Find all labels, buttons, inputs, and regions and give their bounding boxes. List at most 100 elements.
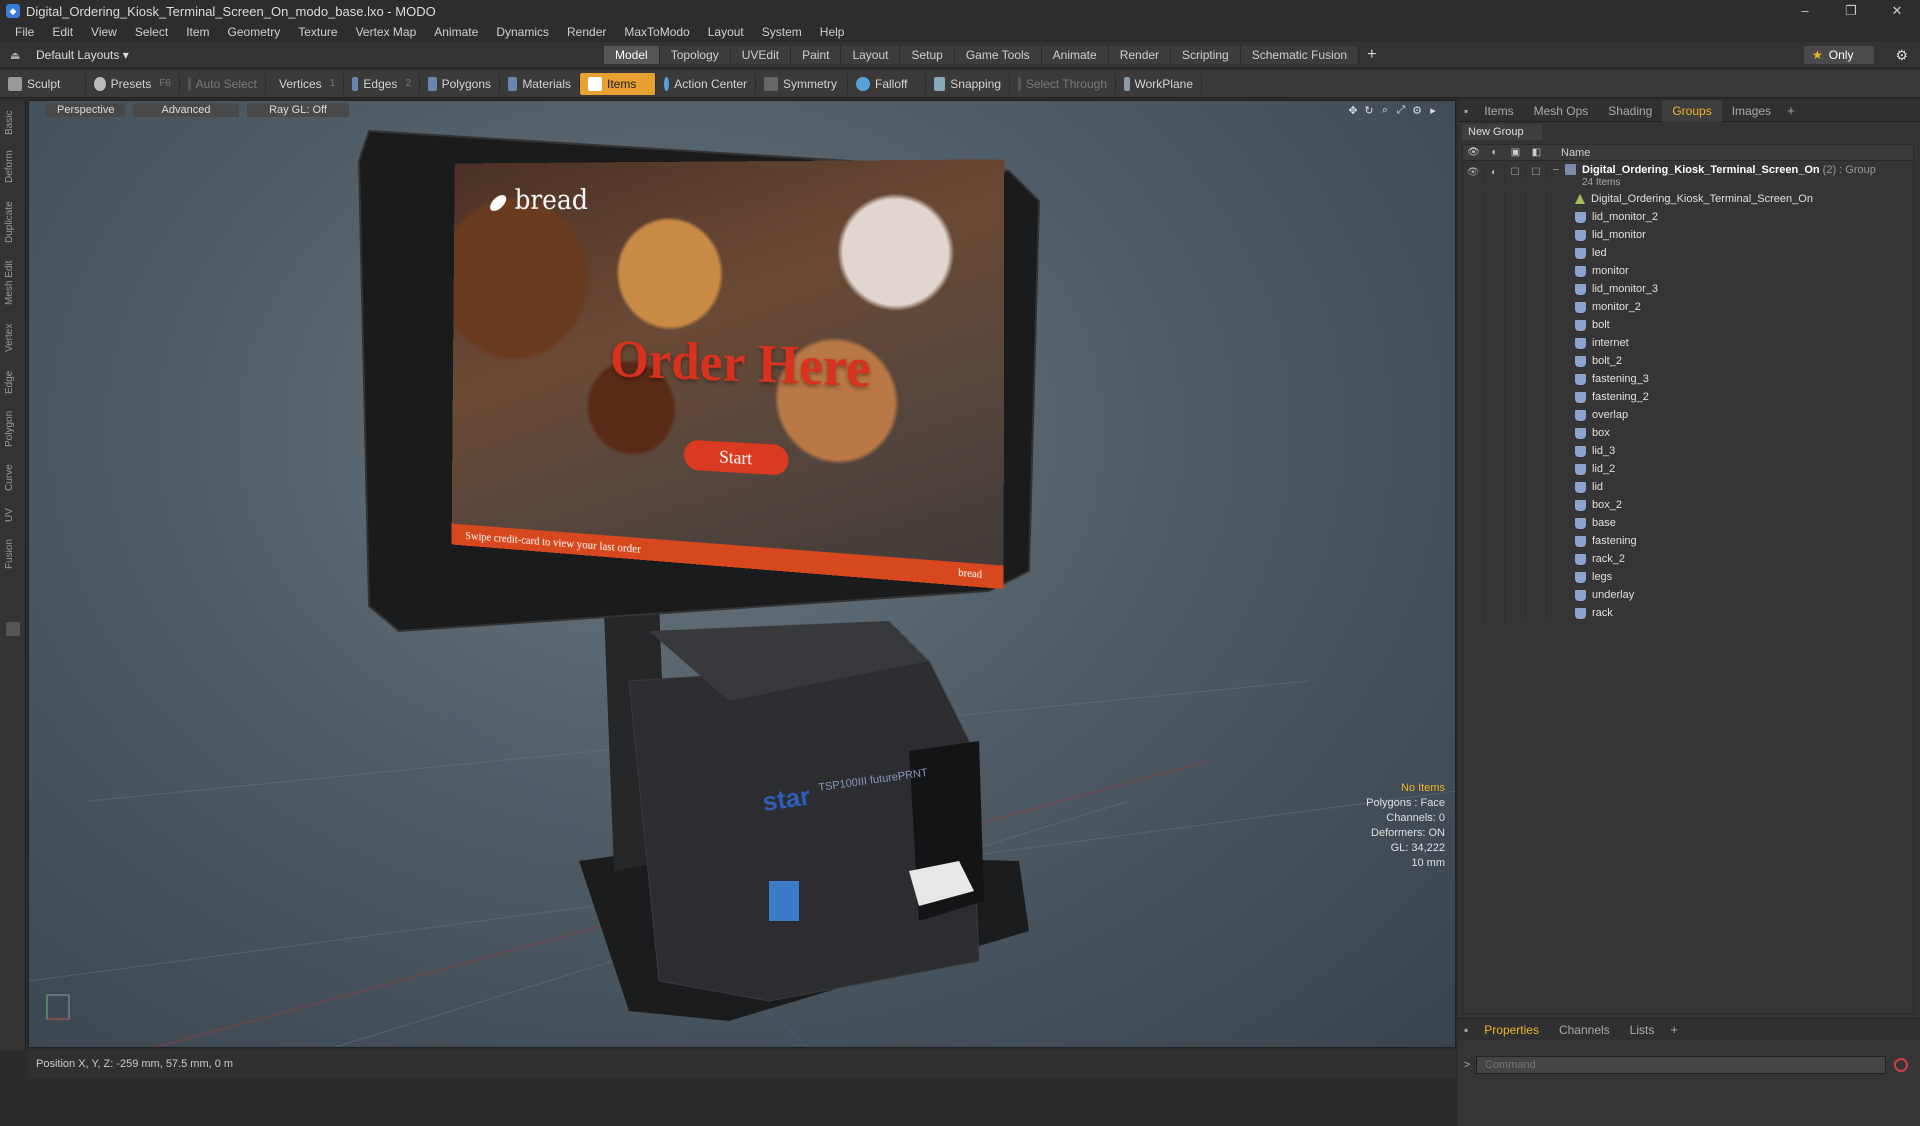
strip-duplicate[interactable]: Duplicate [4, 196, 22, 248]
falloff-button[interactable]: Falloff [848, 72, 926, 95]
row-toggle-cell[interactable] [1505, 280, 1526, 298]
row-toggle-cell[interactable] [1463, 532, 1484, 550]
visibility-toggle-icon[interactable]: 👁 [1463, 164, 1484, 182]
group-item-row[interactable]: overlap [1463, 406, 1913, 424]
row-toggle-cell[interactable] [1484, 244, 1505, 262]
row-toggle-cell[interactable] [1505, 406, 1526, 424]
group-item-row[interactable]: monitor [1463, 262, 1913, 280]
row-toggle-cell[interactable] [1505, 514, 1526, 532]
group-item-row[interactable]: led [1463, 244, 1913, 262]
row-toggle-cell[interactable] [1526, 496, 1547, 514]
menu-render[interactable]: Render [558, 22, 615, 42]
materials-button[interactable]: Materials [500, 72, 580, 95]
row-toggle-cell[interactable] [1526, 262, 1547, 280]
advanced-dropdown[interactable]: Advanced [133, 103, 239, 117]
tab-schematic-fusion[interactable]: Schematic Fusion [1240, 46, 1360, 64]
row-toggle-cell[interactable] [1526, 568, 1547, 586]
group-item-row[interactable]: bolt_2 [1463, 352, 1913, 370]
group-item-row[interactable]: rack_2 [1463, 550, 1913, 568]
add-panel-tab-icon[interactable]: + [1781, 103, 1801, 118]
viewport-gear-icon[interactable]: ⚙ [1409, 104, 1425, 118]
tab-render[interactable]: Render [1108, 46, 1172, 64]
strip-curve[interactable]: Curve [4, 460, 22, 496]
strip-uv[interactable]: UV [4, 504, 22, 526]
tab-setup[interactable]: Setup [900, 46, 955, 64]
perspective-dropdown[interactable]: Perspective [45, 103, 125, 117]
group-item-row[interactable]: bolt [1463, 316, 1913, 334]
row-toggle-cell[interactable] [1463, 568, 1484, 586]
row-toggle-cell[interactable] [1505, 388, 1526, 406]
strip-fusion[interactable]: Fusion [4, 534, 22, 574]
action-center-button[interactable]: Action Center [656, 72, 756, 95]
row-toggle-cell[interactable] [1526, 586, 1547, 604]
row-toggle-cell[interactable] [1463, 442, 1484, 460]
menu-texture[interactable]: Texture [289, 22, 346, 42]
tab-animate[interactable]: Animate [1041, 46, 1109, 64]
layouts-dropdown[interactable]: ⏏ Default Layouts ▾ [0, 48, 600, 62]
minimize-button[interactable]: – [1782, 0, 1828, 22]
row-toggle-cell[interactable] [1463, 514, 1484, 532]
row-toggle-cell[interactable] [1505, 316, 1526, 334]
row-toggle-cell[interactable] [1484, 532, 1505, 550]
row-toggle-cell[interactable] [1526, 316, 1547, 334]
group-item-row[interactable]: fastening_2 [1463, 388, 1913, 406]
row-toggle-cell[interactable] [1526, 514, 1547, 532]
row-toggle-cell[interactable] [1463, 244, 1484, 262]
row-toggle-cell[interactable] [1463, 424, 1484, 442]
row-toggle-cell[interactable] [1505, 262, 1526, 280]
vertices-button[interactable]: Vertices 1 [266, 72, 344, 95]
row-toggle-cell[interactable] [1463, 298, 1484, 316]
row-toggle-cell[interactable] [1505, 190, 1526, 208]
command-input[interactable] [1476, 1056, 1886, 1074]
group-item-row[interactable]: lid_monitor [1463, 226, 1913, 244]
row-toggle-cell[interactable] [1484, 280, 1505, 298]
tab-uvedit[interactable]: UVEdit [730, 46, 792, 64]
row-toggle-cell[interactable] [1463, 262, 1484, 280]
polygons-button[interactable]: Polygons [420, 72, 500, 95]
row-toggle-cell[interactable] [1463, 226, 1484, 244]
new-group-button[interactable]: New Group [1462, 124, 1542, 140]
strip-deform[interactable]: Deform [4, 146, 22, 188]
row-toggle-cell[interactable] [1463, 208, 1484, 226]
row-toggle-cell[interactable] [1463, 460, 1484, 478]
row-toggle-cell[interactable] [1526, 190, 1547, 208]
pan-icon[interactable]: ✥ [1345, 104, 1361, 118]
snapping-button[interactable]: Snapping [926, 72, 1010, 95]
add-bottom-tab-icon[interactable]: + [1664, 1022, 1684, 1037]
render-col-icon[interactable]: ◐ [1484, 147, 1505, 158]
row-toggle-cell[interactable] [1505, 442, 1526, 460]
group-item-row[interactable]: lid_2 [1463, 460, 1913, 478]
rotate-icon[interactable]: ↻ [1361, 104, 1377, 118]
layout-up-icon[interactable]: ⏏ [10, 49, 22, 62]
row-toggle-cell[interactable] [1526, 370, 1547, 388]
row-toggle-cell[interactable] [1526, 406, 1547, 424]
row-toggle-cell[interactable] [1505, 370, 1526, 388]
maximize-button[interactable]: ❐ [1828, 0, 1874, 22]
row-toggle-cell[interactable] [1505, 208, 1526, 226]
strip-toggle-icon[interactable] [6, 622, 20, 636]
row-toggle-cell[interactable] [1463, 388, 1484, 406]
strip-mesh-edit[interactable]: Mesh Edit [4, 256, 22, 310]
row-toggle-cell[interactable] [1505, 496, 1526, 514]
row-toggle-cell[interactable] [1463, 478, 1484, 496]
row-toggle-cell[interactable] [1484, 460, 1505, 478]
tab-channels[interactable]: Channels [1549, 1023, 1620, 1037]
row-toggle-cell[interactable] [1505, 532, 1526, 550]
3d-viewport[interactable]: star TSP100III futurePRNT bread Order He… [28, 100, 1456, 1048]
workplane-button[interactable]: WorkPlane [1116, 72, 1202, 95]
row-toggle-cell[interactable] [1526, 226, 1547, 244]
row-toggle-cell[interactable] [1526, 388, 1547, 406]
row-toggle-cell[interactable] [1484, 424, 1505, 442]
strip-edge[interactable]: Edge [4, 366, 22, 398]
row-toggle-cell[interactable] [1505, 550, 1526, 568]
row-toggle-cell[interactable] [1526, 208, 1547, 226]
row-toggle-cell[interactable] [1526, 550, 1547, 568]
row-toggle-cell[interactable] [1526, 604, 1547, 622]
strip-vertex[interactable]: Vertex [4, 318, 22, 358]
select-toggle-icon[interactable]: ☐ [1526, 164, 1547, 182]
row-toggle-cell[interactable] [1484, 604, 1505, 622]
menu-layout[interactable]: Layout [699, 22, 753, 42]
strip-basic[interactable]: Basic [4, 106, 22, 140]
gear-icon[interactable]: ⚙ [1895, 46, 1908, 64]
row-toggle-cell[interactable] [1484, 226, 1505, 244]
